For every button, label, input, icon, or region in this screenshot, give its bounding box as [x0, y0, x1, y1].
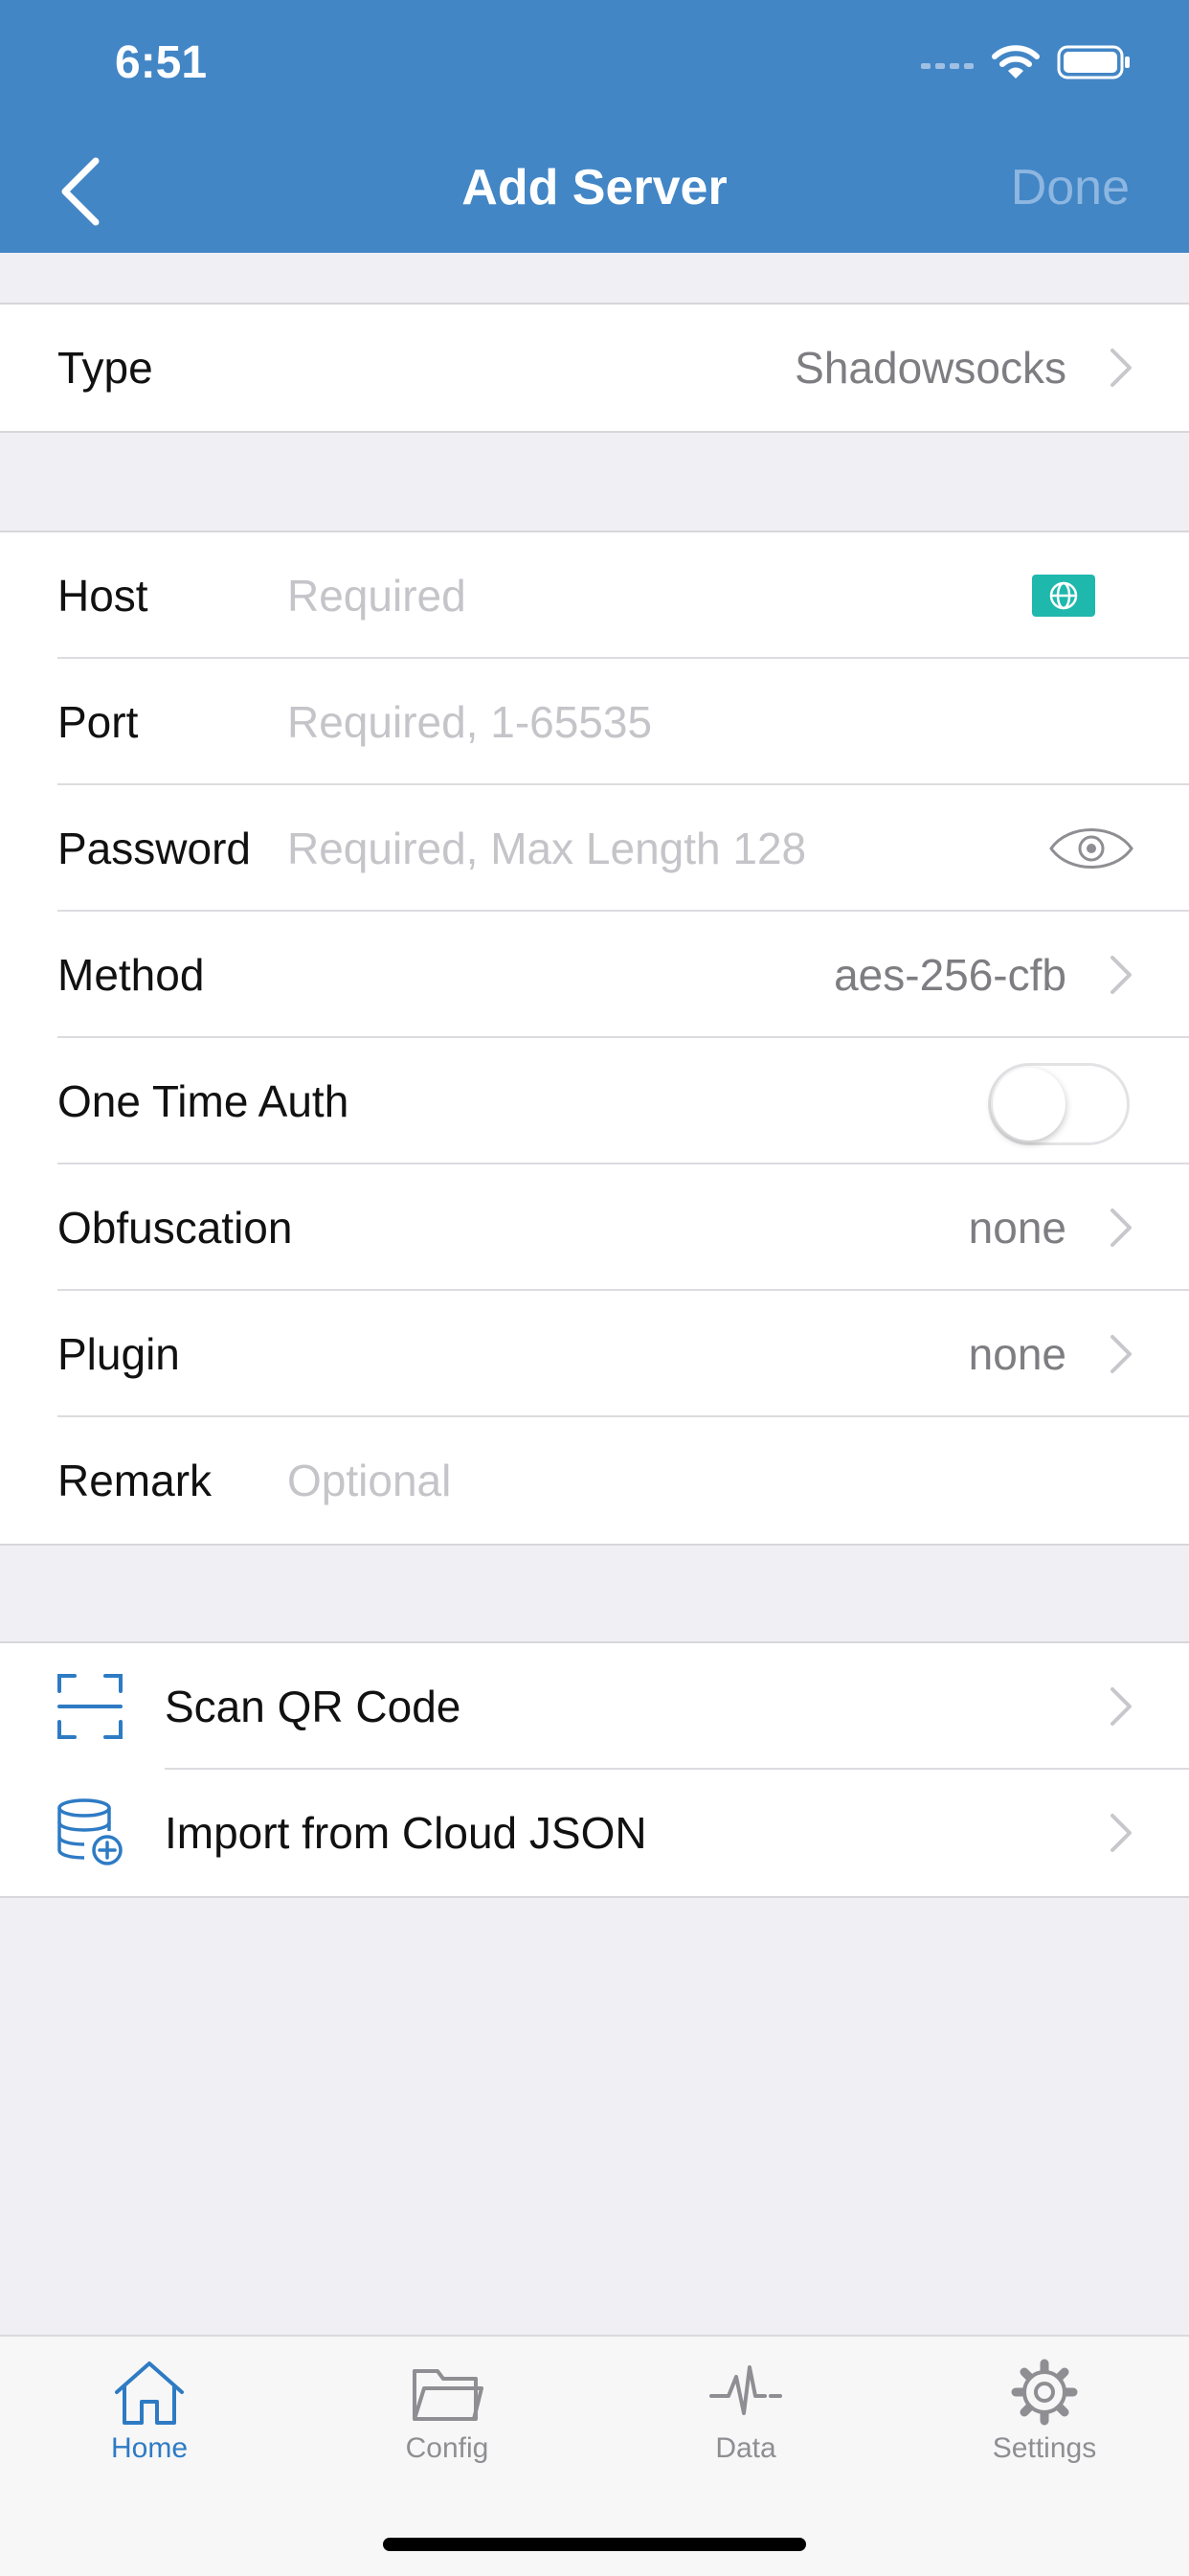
obfuscation-value: none [968, 1203, 1066, 1253]
done-button[interactable]: Done [1011, 159, 1130, 216]
actions-group: Scan QR Code Import from Cloud JSON [0, 1641, 1189, 1898]
password-row: Password [0, 785, 1189, 912]
type-row[interactable]: Type Shadowsocks [0, 305, 1189, 431]
tab-data-label: Data [715, 2432, 776, 2464]
chevron-right-icon [1110, 956, 1132, 994]
toggle-knob [993, 1068, 1066, 1141]
tab-config[interactable]: Config [351, 2358, 543, 2465]
host-input[interactable] [287, 565, 976, 626]
tab-data[interactable]: Data [650, 2358, 841, 2465]
chevron-right-icon [1110, 1814, 1132, 1852]
one-time-auth-row: One Time Auth [0, 1038, 1189, 1164]
password-label: Password [57, 824, 251, 873]
scan-qr-label: Scan QR Code [165, 1682, 461, 1731]
signal-icon [921, 63, 974, 69]
status-bar: 6:51 [0, 0, 1189, 134]
server-form: Host Port Password Method aes-256-cfb On… [0, 531, 1189, 1546]
type-value: Shadowsocks [795, 343, 1066, 393]
port-input[interactable] [287, 691, 1110, 753]
one-time-auth-label: One Time Auth [57, 1076, 349, 1126]
status-time: 6:51 [115, 37, 208, 88]
port-row: Port [0, 659, 1189, 785]
chevron-right-icon [1110, 1687, 1132, 1726]
import-cloud-json-label: Import from Cloud JSON [165, 1808, 647, 1858]
scan-qr-row[interactable]: Scan QR Code [0, 1643, 1189, 1770]
chevron-right-icon [1110, 349, 1132, 387]
type-group: Type Shadowsocks [0, 303, 1189, 433]
eye-icon[interactable] [1047, 820, 1135, 877]
battery-icon [1057, 45, 1130, 79]
method-row[interactable]: Method aes-256-cfb [0, 912, 1189, 1038]
tab-home-label: Home [110, 2432, 189, 2464]
host-row: Host [0, 532, 1189, 659]
tab-settings-label: Settings [992, 2432, 1097, 2464]
obfuscation-row[interactable]: Obfuscation none [0, 1164, 1189, 1291]
remark-row: Remark [0, 1417, 1189, 1544]
folder-icon [413, 2369, 483, 2421]
home-indicator [383, 2538, 806, 2551]
method-label: Method [57, 950, 205, 1000]
one-time-auth-toggle[interactable] [988, 1063, 1130, 1145]
port-label: Port [57, 697, 139, 747]
remark-input[interactable] [287, 1450, 1110, 1511]
plugin-row[interactable]: Plugin none [0, 1291, 1189, 1417]
password-input[interactable] [287, 818, 1015, 879]
database-add-icon [57, 1798, 123, 1865]
globe-icon [1049, 581, 1078, 610]
qr-scan-icon [57, 1674, 123, 1739]
chevron-right-icon [1110, 1335, 1132, 1373]
home-icon [115, 2361, 184, 2425]
chevron-right-icon [1110, 1209, 1132, 1247]
remark-label: Remark [57, 1456, 213, 1505]
method-value: aes-256-cfb [834, 950, 1066, 1000]
host-label: Host [57, 571, 148, 621]
activity-icon [709, 2365, 782, 2415]
plugin-value: none [968, 1329, 1066, 1379]
gear-icon [1011, 2359, 1078, 2426]
wifi-icon [992, 45, 1040, 79]
tab-settings[interactable]: Settings [949, 2358, 1140, 2465]
tab-home[interactable]: Home [54, 2358, 245, 2465]
plugin-label: Plugin [57, 1329, 180, 1379]
import-cloud-json-row[interactable]: Import from Cloud JSON [0, 1770, 1189, 1896]
type-label: Type [57, 343, 153, 393]
obfuscation-label: Obfuscation [57, 1203, 293, 1253]
tab-config-label: Config [405, 2432, 489, 2464]
status-icons [921, 44, 1132, 80]
globe-button[interactable] [1032, 575, 1095, 617]
